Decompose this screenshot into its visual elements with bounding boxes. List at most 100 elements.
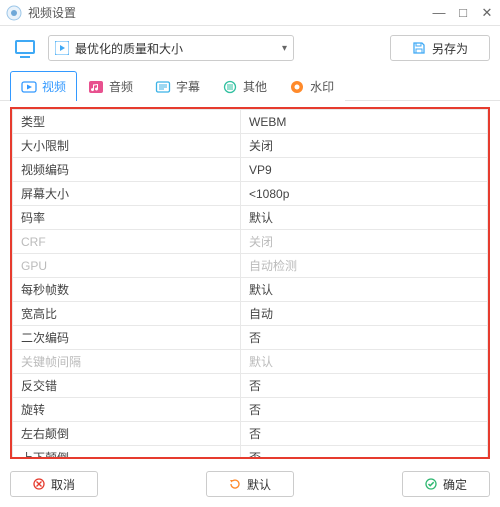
window-title: 视频设置 (28, 4, 432, 21)
settings-value-text: 关闭 (249, 235, 273, 249)
chevron-down-icon: ▾ (282, 43, 287, 54)
cancel-label: 取消 (51, 476, 75, 493)
settings-value-text: <1080p (249, 187, 289, 201)
default-button[interactable]: 默认 (206, 471, 294, 497)
settings-key: 大小限制 (13, 134, 241, 158)
tab-label: 音频 (109, 78, 133, 95)
settings-value-text: 关闭 (249, 139, 273, 153)
settings-row[interactable]: 二次编码否 (13, 326, 488, 350)
settings-value-text: 默认 (249, 355, 273, 369)
settings-value[interactable]: WEBM (241, 110, 488, 134)
reset-icon (229, 478, 241, 490)
settings-key: 反交错 (13, 374, 241, 398)
tab-other[interactable]: 其他 (211, 71, 278, 101)
save-as-button[interactable]: 另存为 (390, 35, 490, 61)
settings-row[interactable]: 码率默认 (13, 206, 488, 230)
settings-key: 左右颠倒 (13, 422, 241, 446)
footer: 取消 默认 确定 (0, 463, 500, 507)
tabs: 视频 音频 字幕 其他 水印 (0, 70, 500, 101)
settings-key: 上下颠倒 (13, 446, 241, 460)
ok-button[interactable]: 确定 (402, 471, 490, 497)
settings-value-text: VP9 (249, 163, 272, 177)
settings-value-text: 否 (249, 331, 261, 345)
settings-value[interactable]: 否 (241, 398, 488, 422)
settings-row[interactable]: 上下颠倒否 (13, 446, 488, 460)
settings-row[interactable]: 左右颠倒否 (13, 422, 488, 446)
settings-value-text: WEBM (249, 115, 286, 129)
settings-row[interactable]: 关键帧间隔默认 (13, 350, 488, 374)
settings-value[interactable]: 关闭 (241, 230, 488, 254)
settings-key: 视频编码 (13, 158, 241, 182)
settings-value-text: 自动 (249, 307, 273, 321)
settings-value-text: 默认 (249, 283, 273, 297)
settings-value[interactable]: 否 (241, 446, 488, 460)
video-icon (21, 79, 37, 95)
settings-value[interactable]: 否 (241, 374, 488, 398)
settings-key: 旋转 (13, 398, 241, 422)
settings-value-text: 否 (249, 403, 261, 417)
save-icon (412, 41, 426, 55)
tab-label: 字幕 (176, 78, 200, 95)
check-icon (425, 478, 437, 490)
settings-key: GPU (13, 254, 241, 278)
settings-row[interactable]: 大小限制关闭 (13, 134, 488, 158)
settings-value[interactable]: 默认 (241, 278, 488, 302)
settings-value[interactable]: 自动 (241, 302, 488, 326)
tab-watermark[interactable]: 水印 (278, 71, 345, 101)
settings-key: 二次编码 (13, 326, 241, 350)
save-as-label: 另存为 (432, 40, 468, 57)
ok-label: 确定 (443, 476, 467, 493)
tab-video[interactable]: 视频 (10, 71, 77, 101)
settings-table: 类型WEBM大小限制关闭视频编码VP9屏幕大小<1080p码率默认CRF关闭GP… (12, 109, 488, 459)
preset-label: 最优化的质量和大小 (75, 40, 183, 57)
settings-row[interactable]: GPU 自动检测 (13, 254, 488, 278)
settings-key: 每秒帧数 (13, 278, 241, 302)
settings-row[interactable]: 旋转否 (13, 398, 488, 422)
preset-device-icon (10, 33, 40, 63)
close-button[interactable]: ✕ (480, 5, 494, 21)
settings-row[interactable]: 反交错否 (13, 374, 488, 398)
settings-row[interactable]: 类型WEBM (13, 110, 488, 134)
settings-key: 码率 (13, 206, 241, 230)
titlebar: 视频设置 — □ ✕ (0, 0, 500, 26)
subtitle-icon (155, 79, 171, 95)
other-icon (222, 79, 238, 95)
settings-value[interactable]: 关闭 (241, 134, 488, 158)
settings-key: 屏幕大小 (13, 182, 241, 206)
toolbar: 最优化的质量和大小 ▾ 另存为 (0, 26, 500, 70)
settings-value[interactable]: 默认 (241, 206, 488, 230)
settings-value-text: 否 (249, 379, 261, 393)
settings-row[interactable]: 宽高比自动 (13, 302, 488, 326)
content-area: 类型WEBM大小限制关闭视频编码VP9屏幕大小<1080p码率默认CRF关闭GP… (0, 101, 500, 463)
settings-value[interactable]: VP9 (241, 158, 488, 182)
settings-row[interactable]: 视频编码 VP9 (13, 158, 488, 182)
preset-select[interactable]: 最优化的质量和大小 ▾ (48, 35, 294, 61)
tab-subtitle[interactable]: 字幕 (144, 71, 211, 101)
tab-audio[interactable]: 音频 (77, 71, 144, 101)
default-label: 默认 (247, 476, 271, 493)
settings-value[interactable]: 自动检测 (241, 254, 488, 278)
tab-label: 视频 (42, 78, 66, 95)
tab-label: 水印 (310, 78, 334, 95)
app-icon (6, 5, 22, 21)
settings-row[interactable]: CRF 关闭 (13, 230, 488, 254)
tab-label: 其他 (243, 78, 267, 95)
settings-table-wrap: 类型WEBM大小限制关闭视频编码VP9屏幕大小<1080p码率默认CRF关闭GP… (10, 107, 490, 459)
settings-value[interactable]: 默认 (241, 350, 488, 374)
cancel-button[interactable]: 取消 (10, 471, 98, 497)
music-icon (88, 79, 104, 95)
maximize-button[interactable]: □ (456, 5, 470, 21)
minimize-button[interactable]: — (432, 5, 446, 21)
settings-value-text: 自动检测 (249, 259, 297, 273)
settings-value-text: 默认 (249, 211, 273, 225)
settings-key: CRF (13, 230, 241, 254)
settings-value[interactable]: 否 (241, 422, 488, 446)
watermark-icon (289, 79, 305, 95)
settings-value-text: 否 (249, 427, 261, 441)
preset-play-icon (55, 41, 69, 55)
settings-key: 关键帧间隔 (13, 350, 241, 374)
settings-row[interactable]: 屏幕大小 <1080p (13, 182, 488, 206)
settings-value[interactable]: 否 (241, 326, 488, 350)
settings-row[interactable]: 每秒帧数默认 (13, 278, 488, 302)
settings-value[interactable]: <1080p (241, 182, 488, 206)
